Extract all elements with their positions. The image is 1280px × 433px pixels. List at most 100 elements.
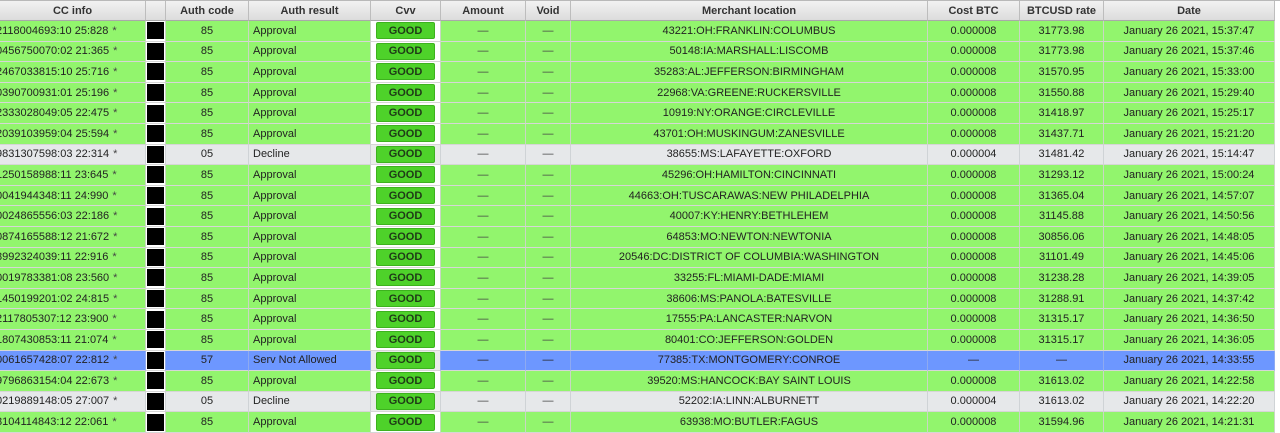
cc-info-star: * xyxy=(112,416,117,429)
masked-value-cell xyxy=(146,371,166,392)
auth-result-cell: Approval xyxy=(249,21,371,42)
column-header-cost-btc[interactable]: Cost BTC xyxy=(928,1,1020,21)
cc-info-star: * xyxy=(113,271,118,284)
column-header-auth-result[interactable]: Auth result xyxy=(249,1,371,21)
cc-info-star: * xyxy=(113,148,118,161)
redaction-block xyxy=(147,42,164,60)
merchant-location-cell: 38655:MS:LAFAYETTE:OXFORD xyxy=(571,144,928,166)
scroll-edge xyxy=(1275,226,1280,248)
cc-info-cell[interactable]: 9831307598:03 22:314 * xyxy=(0,144,146,166)
scroll-edge xyxy=(1275,103,1280,124)
date-cell: January 26 2021, 15:14:47 xyxy=(1104,144,1275,166)
column-header-void[interactable]: Void xyxy=(526,1,571,21)
btcusd-rate-cell: 31101.49 xyxy=(1020,247,1104,269)
date-cell: January 26 2021, 15:33:00 xyxy=(1104,62,1275,83)
merchant-location-cell: 22968:VA:GREENE:RUCKERSVILLE xyxy=(571,82,928,104)
cc-info-cell[interactable]: 8104114843:12 22:061 * xyxy=(0,412,146,433)
cc-info-cell[interactable]: 2118004693:10 25:828 * xyxy=(0,21,146,42)
date-cell: January 26 2021, 15:37:46 xyxy=(1104,41,1275,63)
scroll-edge xyxy=(1275,165,1280,186)
cc-info-cell[interactable]: 1807430853:11 21:074 * xyxy=(0,329,146,351)
btcusd-rate-cell: 31315.17 xyxy=(1020,309,1104,330)
cc-info-cell[interactable]: 0874165588:12 21:672 * xyxy=(0,226,146,248)
cc-info-cell[interactable]: 8992324039:11 22:916 * xyxy=(0,247,146,269)
redaction-block xyxy=(147,104,164,122)
column-header-date[interactable]: Date xyxy=(1104,1,1275,21)
cc-info-cell[interactable]: 0041944348:11 24:990 * xyxy=(0,185,146,207)
cvv-cell: GOOD xyxy=(371,412,441,433)
amount-cell: — xyxy=(441,103,526,124)
auth-code-cell: 85 xyxy=(166,21,249,42)
amount-cell: — xyxy=(441,371,526,392)
cost-btc-cell: 0.000004 xyxy=(928,391,1020,413)
cvv-cell: GOOD xyxy=(371,62,441,83)
scroll-edge xyxy=(1275,123,1280,145)
amount-cell: — xyxy=(441,82,526,104)
date-cell: January 26 2021, 14:37:42 xyxy=(1104,288,1275,310)
btcusd-rate-cell: 31550.88 xyxy=(1020,82,1104,104)
btcusd-rate-cell: 31315.17 xyxy=(1020,329,1104,351)
cvv-cell: GOOD xyxy=(371,309,441,330)
cvv-cell: GOOD xyxy=(371,226,441,248)
scroll-edge xyxy=(1275,1,1280,21)
amount-cell: — xyxy=(441,185,526,207)
column-header-cvv[interactable]: Cvv xyxy=(371,1,441,21)
masked-value-cell xyxy=(146,329,166,351)
scroll-edge xyxy=(1275,144,1280,166)
cvv-status-badge: GOOD xyxy=(376,22,435,40)
redaction-block xyxy=(147,125,164,143)
btcusd-rate-cell: 30856.06 xyxy=(1020,226,1104,248)
cc-info-text: 0456750070:02 21:365 xyxy=(0,45,110,58)
auth-result-cell: Approval xyxy=(249,371,371,392)
void-cell: — xyxy=(526,329,571,351)
btcusd-rate-cell: 31773.98 xyxy=(1020,41,1104,63)
redaction-block xyxy=(147,290,164,308)
scroll-edge xyxy=(1275,21,1280,42)
masked-value-cell xyxy=(146,268,166,289)
cvv-cell: GOOD xyxy=(371,103,441,124)
cc-info-text: 2039103959:04 25:594 xyxy=(0,127,110,140)
cc-info-cell[interactable]: 0024865556:03 22:186 * xyxy=(0,206,146,227)
merchant-location-cell: 52202:IA:LINN:ALBURNETT xyxy=(571,391,928,413)
cvv-status-badge: GOOD xyxy=(376,248,435,266)
amount-cell: — xyxy=(441,309,526,330)
cc-info-cell[interactable]: 0019783381:08 23:560 * xyxy=(0,268,146,289)
cc-info-cell[interactable]: 2117805307:12 23:900 * xyxy=(0,309,146,330)
cost-btc-cell: 0.000008 xyxy=(928,412,1020,433)
cc-info-cell[interactable]: 0061657428:07 22:812 * xyxy=(0,350,146,372)
cc-info-cell[interactable]: 9796863154:04 22:673 * xyxy=(0,371,146,392)
void-cell: — xyxy=(526,391,571,413)
cvv-status-badge: GOOD xyxy=(376,372,435,390)
cc-info-cell[interactable]: 2333028049:05 22:475 * xyxy=(0,103,146,124)
column-header-btcusd-rate[interactable]: BTCUSD rate xyxy=(1020,1,1104,21)
cc-info-star: * xyxy=(112,251,117,264)
auth-code-cell: 85 xyxy=(166,329,249,351)
redaction-block xyxy=(147,228,164,246)
void-cell: — xyxy=(526,103,571,124)
cvv-cell: GOOD xyxy=(371,391,441,413)
auth-result-cell: Approval xyxy=(249,123,371,145)
amount-cell: — xyxy=(441,329,526,351)
cc-info-cell[interactable]: 2039103959:04 25:594 * xyxy=(0,123,146,145)
redaction-block xyxy=(147,166,164,184)
cc-info-cell[interactable]: 0456750070:02 21:365 * xyxy=(0,41,146,63)
column-header-auth-code[interactable]: Auth code xyxy=(166,1,249,21)
cvv-status-badge: GOOD xyxy=(376,310,435,328)
column-header-cc-info[interactable]: CC info xyxy=(0,1,146,21)
cc-info-cell[interactable]: 1250158988:11 23:645 * xyxy=(0,165,146,186)
cvv-cell: GOOD xyxy=(371,247,441,269)
masked-value-cell xyxy=(146,206,166,227)
btcusd-rate-cell: 31437.71 xyxy=(1020,123,1104,145)
column-header-merchant-location[interactable]: Merchant location xyxy=(571,1,928,21)
cc-info-cell[interactable]: 0219889148:05 27:007 * xyxy=(0,391,146,413)
masked-value-cell xyxy=(146,82,166,104)
cc-info-text: 0041944348:11 24:990 xyxy=(0,189,109,202)
cc-info-cell[interactable]: 0390700931:01 25:196 * xyxy=(0,82,146,104)
merchant-location-cell: 63938:MO:BUTLER:FAGUS xyxy=(571,412,928,433)
cost-btc-cell: 0.000008 xyxy=(928,268,1020,289)
cc-info-star: * xyxy=(112,24,117,37)
column-header-amount[interactable]: Amount xyxy=(441,1,526,21)
auth-code-cell: 85 xyxy=(166,206,249,227)
cc-info-cell[interactable]: 2467033815:10 25:716 * xyxy=(0,62,146,83)
cc-info-cell[interactable]: 1450199201:02 24:815 * xyxy=(0,288,146,310)
